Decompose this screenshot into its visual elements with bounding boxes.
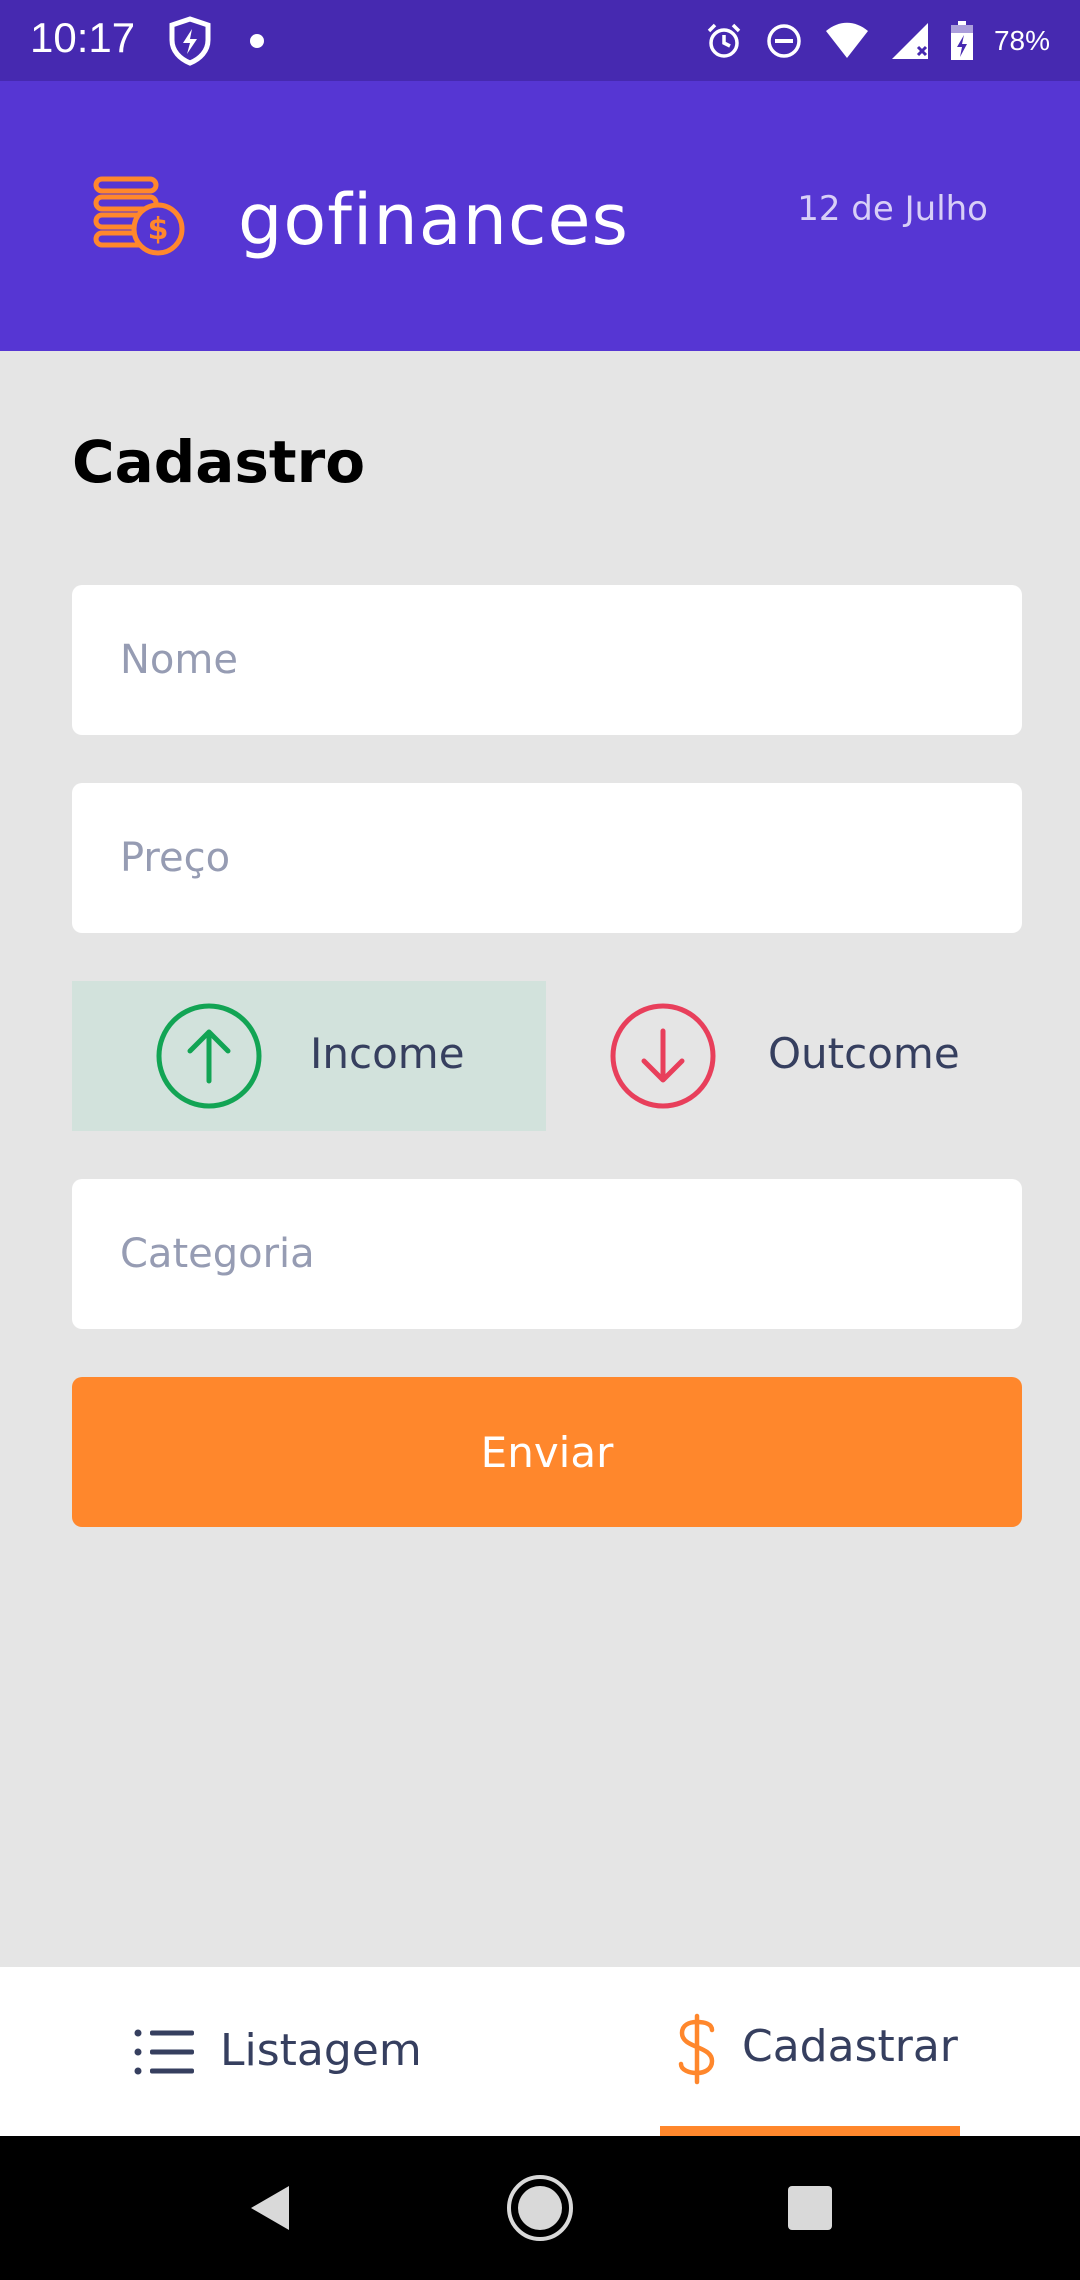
header-date: 12 de Julho	[797, 189, 988, 229]
nav-home-button[interactable]	[500, 2136, 580, 2280]
tab-listagem-label: Listagem	[220, 2025, 422, 2076]
outcome-type-button[interactable]: Outcome	[546, 981, 1020, 1131]
recents-icon	[788, 2186, 832, 2230]
notification-dot	[250, 34, 264, 48]
income-label: Income	[310, 1029, 465, 1078]
do-not-disturb-icon	[767, 24, 801, 58]
svg-text:$: $	[148, 212, 169, 247]
arrow-down-circle-icon	[610, 1003, 716, 1109]
tab-listagem[interactable]: Listagem	[0, 1967, 540, 2136]
nav-recents-button[interactable]	[770, 2136, 850, 2280]
home-icon	[507, 2175, 573, 2241]
page-title: Cadastro	[72, 428, 366, 496]
name-input[interactable]	[72, 585, 1022, 735]
nav-back-button[interactable]	[230, 2136, 310, 2280]
bottom-tab-bar: Listagem Cadastrar	[0, 1967, 1080, 2136]
dollar-sign-icon	[678, 2013, 715, 2085]
app-header: $ gofinances 12 de Julho	[0, 81, 1080, 351]
tab-cadastrar-label: Cadastrar	[742, 2021, 958, 2072]
list-icon	[134, 2029, 194, 2075]
arrow-up-circle-icon	[156, 1003, 262, 1109]
status-icons: 78%	[704, 16, 1050, 66]
system-nav-bar	[0, 2136, 1080, 2280]
category-input[interactable]	[72, 1179, 1022, 1329]
status-time: 10:17	[30, 14, 136, 61]
income-type-button[interactable]: Income	[72, 981, 546, 1131]
battery-percent: 78%	[993, 25, 1050, 56]
signal-icon	[891, 23, 928, 59]
status-bar: 10:17 78%	[0, 0, 1080, 81]
wifi-icon	[825, 22, 868, 58]
price-input[interactable]	[72, 783, 1022, 933]
back-icon	[251, 2186, 289, 2230]
outcome-label: Outcome	[768, 1029, 960, 1078]
active-tab-indicator	[660, 2126, 960, 2136]
shield-bolt-icon	[169, 16, 211, 66]
tab-cadastrar[interactable]: Cadastrar	[540, 1967, 1080, 2136]
app-title: gofinances	[238, 179, 630, 261]
screen: 10:17 78% $ gofinances 12 de Julho Cadas…	[0, 0, 1080, 2280]
coins-dollar-icon: $	[93, 176, 185, 256]
battery-charging-icon	[950, 21, 973, 60]
submit-button[interactable]: Enviar	[72, 1377, 1022, 1527]
alarm-icon	[707, 23, 741, 58]
